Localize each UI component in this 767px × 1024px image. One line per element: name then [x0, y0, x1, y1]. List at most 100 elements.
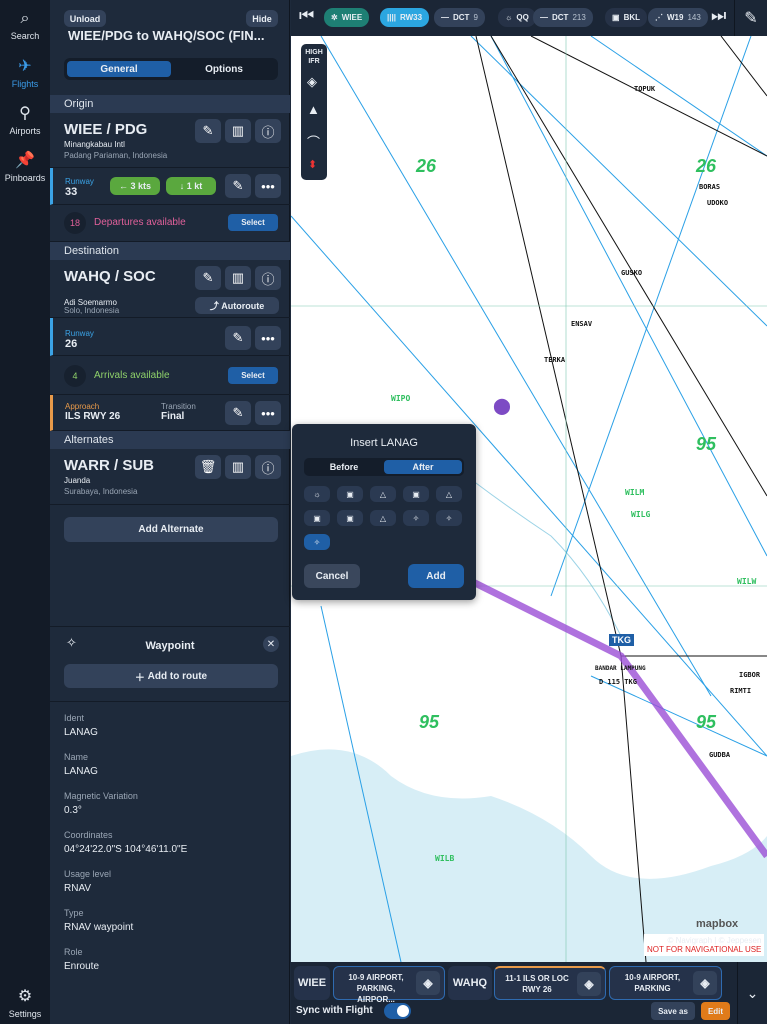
rnav-waypoint-icon[interactable]: ✧ — [403, 510, 429, 526]
route-chip[interactable]: ☼ QQ — [498, 8, 536, 27]
edit-icon[interactable]: ✎ — [195, 266, 221, 290]
departures-select-button[interactable]: Select — [228, 214, 278, 231]
collapse-icon[interactable]: ⌄ — [737, 962, 767, 1024]
layers-icon[interactable]: ◈ — [307, 74, 317, 90]
route-chip[interactable]: ✲ WIEE — [324, 8, 370, 27]
airport-label[interactable]: WILG — [631, 510, 650, 519]
cancel-button[interactable]: Cancel — [304, 564, 360, 588]
airport-label[interactable]: WIPO — [391, 394, 410, 403]
skip-end-icon[interactable]: ⏭ — [711, 6, 726, 26]
waypoint-label[interactable]: TOPUK — [634, 85, 655, 93]
plus-icon: ＋ — [134, 672, 148, 684]
add-to-route-button[interactable]: ＋ Add to route — [64, 664, 278, 688]
unload-button[interactable]: Unload — [64, 10, 106, 27]
edit-icon[interactable]: ✎ — [195, 119, 221, 143]
ndb-icon[interactable]: ▣ — [337, 510, 363, 526]
edit-route-icon[interactable]: ✎ — [734, 0, 767, 36]
north-up-icon[interactable]: ▲ — [307, 102, 320, 117]
after-option[interactable]: After — [384, 460, 462, 474]
before-option[interactable]: Before — [306, 460, 382, 474]
map-icon[interactable]: ▥ — [225, 455, 251, 479]
info-icon[interactable]: ⓘ — [255, 455, 281, 479]
route-chip[interactable]: ⋰ W19 143 — [648, 8, 708, 27]
ndb-icon[interactable]: ▣ — [337, 486, 363, 502]
route-chip[interactable]: |||| RW33 — [380, 8, 430, 27]
arrivals-row: 4 Arrivals available Select — [50, 356, 290, 395]
route-chip[interactable]: ▣ BKL — [605, 8, 648, 27]
ndb-icon[interactable]: ▣ — [403, 486, 429, 502]
vor-icon[interactable]: ☼ — [304, 486, 330, 502]
waypoint-label[interactable]: BORAS — [699, 183, 720, 191]
track-icon[interactable]: ⌒ — [307, 132, 320, 151]
layers-icon[interactable]: ◈ — [693, 971, 717, 995]
rail-settings[interactable]: ⚙ Settings — [0, 986, 50, 1019]
destination-runway-row[interactable]: Runway 26 ✎ ••• — [50, 318, 290, 356]
add-button[interactable]: Add — [408, 564, 464, 588]
route-chip[interactable]: — DCT 9 — [434, 8, 485, 27]
edit-icon[interactable]: ✎ — [225, 326, 251, 350]
more-icon[interactable]: ••• — [255, 401, 281, 425]
save-as-button[interactable]: Save as — [651, 1002, 695, 1020]
origin-charts-label[interactable]: WIEE — [294, 966, 330, 1000]
navaid-frequency: D 115 TKG — [599, 678, 637, 686]
arrivals-select-button[interactable]: Select — [228, 367, 278, 384]
waypoint-label[interactable]: RIMTI — [730, 687, 751, 695]
layer-label[interactable]: HIGH IFR — [301, 48, 327, 66]
waypoint-label[interactable]: UDOKO — [707, 199, 728, 207]
skip-start-icon[interactable]: ⏮ — [299, 6, 314, 26]
info-icon[interactable]: ⓘ — [255, 119, 281, 143]
map-icon[interactable]: ▥ — [225, 266, 251, 290]
triangle-icon[interactable]: △ — [370, 486, 396, 502]
airport-label[interactable]: BANDAR LAMPUNG — [595, 665, 646, 672]
layers-icon[interactable]: ◈ — [416, 971, 440, 995]
attribution-text: © Navigraph | © Jeppesen — [667, 936, 762, 945]
rnav-waypoint-icon[interactable]: ✧ — [304, 534, 330, 550]
tab-general[interactable]: General — [67, 61, 171, 77]
ndb-icon[interactable]: ▣ — [304, 510, 330, 526]
close-icon[interactable]: ✕ — [263, 636, 279, 652]
more-icon[interactable]: ••• — [255, 326, 281, 350]
arrivals-count: 4 — [64, 365, 86, 387]
rnav-waypoint-icon[interactable]: ✧ — [436, 510, 462, 526]
rail-flights[interactable]: ✈ Flights — [0, 56, 50, 89]
edit-icon[interactable]: ✎ — [225, 174, 251, 198]
airport-label[interactable]: WILB — [435, 854, 454, 863]
selected-waypoint-pin[interactable]: ⬤ — [493, 396, 511, 416]
info-icon[interactable]: ⓘ — [255, 266, 281, 290]
navaid-label[interactable]: TKG — [609, 634, 634, 646]
airport-label[interactable]: WILM — [625, 488, 644, 497]
hide-button[interactable]: Hide — [246, 10, 278, 27]
more-icon[interactable]: ••• — [255, 174, 281, 198]
rail-search[interactable]: ⌕ Search — [0, 10, 50, 41]
route-chip[interactable]: — DCT 213 — [533, 8, 593, 27]
trash-icon[interactable]: 🗑 — [195, 455, 221, 479]
waypoint-label[interactable]: IGBOR — [739, 671, 760, 679]
triangle-icon[interactable]: △ — [436, 486, 462, 502]
edit-button[interactable]: Edit — [701, 1002, 730, 1020]
dest-charts-label[interactable]: WAHQ — [448, 966, 492, 1000]
tab-options[interactable]: Options — [172, 61, 276, 77]
triangle-icon[interactable]: △ — [370, 510, 396, 526]
approach-row[interactable]: Approach ILS RWY 26 Transition Final ✎ •… — [50, 395, 290, 431]
origin-chart-tab[interactable]: 10-9 AIRPORT, PARKING, AIRPOR... ◈ — [333, 966, 445, 1004]
sync-toggle[interactable] — [384, 1003, 411, 1019]
autoroute-button[interactable]: ⤴ Autoroute — [195, 297, 279, 314]
waypoint-label[interactable]: TERKA — [544, 356, 565, 364]
chip-distance: 213 — [572, 13, 586, 22]
rail-pinboards[interactable]: 📌 Pinboards — [0, 150, 50, 183]
waypoint-label[interactable]: GUSKO — [621, 269, 642, 277]
map-icon[interactable]: ▥ — [225, 119, 251, 143]
edit-icon[interactable]: ✎ — [225, 401, 251, 425]
add-alternate-button[interactable]: Add Alternate — [64, 517, 278, 542]
map-controls: HIGH IFR ◈ ▲ ⌒ ⬍ — [301, 44, 327, 180]
waypoint-label[interactable]: GUDBA — [709, 751, 730, 759]
waypoint-label[interactable]: ENSAV — [571, 320, 592, 328]
rail-airports[interactable]: ⚲ Airports — [0, 103, 50, 136]
airport-label[interactable]: WILW — [737, 577, 756, 586]
dest-chart-tab-airport[interactable]: 10-9 AIRPORT, PARKING ◈ — [609, 966, 722, 1000]
compass-icon[interactable]: ⬍ — [308, 158, 317, 171]
layers-icon[interactable]: ◈ — [577, 972, 601, 996]
dest-chart-tab-approach[interactable]: 11-1 ILS OR LOC RWY 26 ◈ — [494, 966, 606, 1000]
chart-title: 10-9 AIRPORT, PARKING — [624, 973, 681, 993]
origin-runway-row[interactable]: Runway 33 ← 3 kts ↓ 1 kt ✎ ••• — [50, 168, 290, 205]
